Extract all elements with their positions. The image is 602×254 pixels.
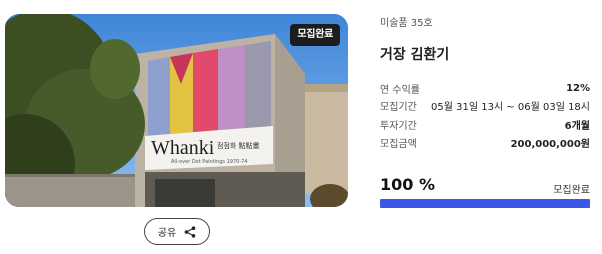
progress-bar [380, 199, 590, 208]
row-label: 모집기간 [380, 101, 417, 113]
product-title: 거장 김환기 [380, 47, 450, 63]
row-label: 연 수익률 [380, 84, 420, 96]
row-value: 12% [566, 82, 590, 94]
progress-percent: 100 % [380, 175, 435, 194]
share-icon [184, 225, 196, 238]
info-row-amount: 모집금액 200,000,000원 [380, 134, 590, 150]
banner-subtitle: All-over Dot Paintings 1970-74 [171, 159, 247, 165]
progress-bar-fill [380, 199, 590, 208]
share-button[interactable]: 공유 [144, 218, 210, 245]
info-row-invest-period: 투자기간 6개월 [380, 116, 590, 132]
info-row-annual-return: 연 수익률 12% [380, 80, 590, 96]
banner-subtitle-ko: 점점화 點點畫 [217, 141, 260, 150]
row-value: 05월 31일 13시 ~ 06월 03일 18시 [431, 101, 590, 113]
row-value: 200,000,000원 [510, 138, 590, 150]
banner-title: Whanki [151, 137, 215, 159]
artwork-image: Whanki 점점화 點點畫 All-over Dot Paintings 19… [5, 14, 348, 207]
category-label: 미술품 35호 [380, 18, 433, 29]
progress-status: 모집완료 [553, 185, 590, 196]
status-badge: 모집완료 [290, 24, 340, 46]
row-label: 모집금액 [380, 138, 417, 150]
row-label: 투자기간 [380, 120, 417, 132]
row-value: 6개월 [564, 120, 590, 132]
share-label: 공유 [157, 228, 177, 239]
info-row-recruit-period: 모집기간 05월 31일 13시 ~ 06월 03일 18시 [380, 97, 590, 113]
